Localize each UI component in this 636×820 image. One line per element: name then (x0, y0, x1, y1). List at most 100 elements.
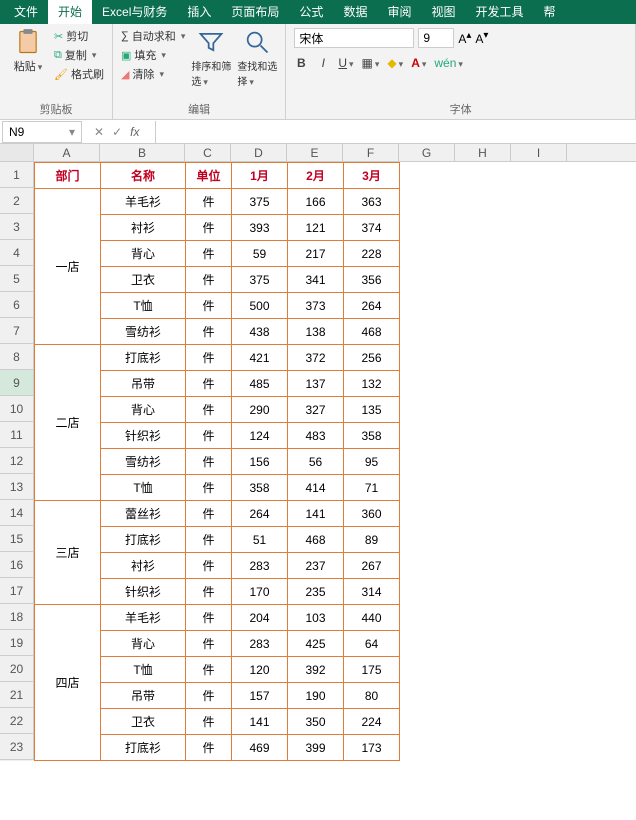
value-cell[interactable]: 500 (232, 293, 288, 319)
row-header[interactable]: 16 (0, 552, 34, 578)
menu-review[interactable]: 审阅 (377, 0, 421, 24)
unit-cell[interactable]: 件 (186, 423, 232, 449)
value-cell[interactable]: 59 (232, 241, 288, 267)
value-cell[interactable]: 372 (288, 345, 344, 371)
underline-button[interactable]: U (338, 56, 353, 70)
increase-font-button[interactable]: A▴ (458, 30, 471, 46)
value-cell[interactable]: 399 (288, 735, 344, 761)
value-cell[interactable]: 414 (288, 475, 344, 501)
name-cell[interactable]: 打底衫 (101, 345, 186, 371)
value-cell[interactable]: 89 (344, 527, 400, 553)
unit-cell[interactable]: 件 (186, 319, 232, 345)
value-cell[interactable]: 425 (288, 631, 344, 657)
value-cell[interactable]: 267 (344, 553, 400, 579)
row-header[interactable]: 10 (0, 396, 34, 422)
header-dept[interactable]: 部门 (35, 163, 101, 189)
name-cell[interactable]: 针织衫 (101, 579, 186, 605)
fx-icon[interactable]: fx (130, 125, 145, 139)
dept-cell[interactable]: 一店 (35, 189, 101, 345)
value-cell[interactable]: 264 (232, 501, 288, 527)
formula-input[interactable] (155, 121, 636, 143)
row-header[interactable]: 5 (0, 266, 34, 292)
header-m3[interactable]: 3月 (344, 163, 400, 189)
name-cell[interactable]: 衬衫 (101, 553, 186, 579)
value-cell[interactable]: 341 (288, 267, 344, 293)
format-painter-button[interactable]: 格式刷 (54, 66, 104, 82)
value-cell[interactable]: 135 (344, 397, 400, 423)
border-button[interactable]: ▦ (362, 56, 380, 70)
name-cell[interactable]: 雪纺衫 (101, 319, 186, 345)
name-cell[interactable]: 吊带 (101, 371, 186, 397)
unit-cell[interactable]: 件 (186, 189, 232, 215)
header-m2[interactable]: 2月 (288, 163, 344, 189)
name-cell[interactable]: T恤 (101, 293, 186, 319)
name-cell[interactable]: 吊带 (101, 683, 186, 709)
cut-button[interactable]: 剪切 (54, 28, 104, 44)
row-header[interactable]: 20 (0, 656, 34, 682)
fill-color-button[interactable]: ◆ (387, 56, 403, 70)
font-color-button[interactable]: A (411, 56, 426, 70)
unit-cell[interactable]: 件 (186, 527, 232, 553)
value-cell[interactable]: 237 (288, 553, 344, 579)
name-cell[interactable]: 卫衣 (101, 709, 186, 735)
unit-cell[interactable]: 件 (186, 293, 232, 319)
name-cell[interactable]: 衬衫 (101, 215, 186, 241)
dept-cell[interactable]: 四店 (35, 605, 101, 761)
value-cell[interactable]: 327 (288, 397, 344, 423)
unit-cell[interactable]: 件 (186, 241, 232, 267)
value-cell[interactable]: 51 (232, 527, 288, 553)
value-cell[interactable]: 256 (344, 345, 400, 371)
italic-button[interactable]: I (316, 56, 330, 70)
font-name-select[interactable] (294, 28, 414, 48)
row-header[interactable]: 3 (0, 214, 34, 240)
unit-cell[interactable]: 件 (186, 579, 232, 605)
value-cell[interactable]: 483 (288, 423, 344, 449)
value-cell[interactable]: 375 (232, 267, 288, 293)
clear-button[interactable]: ◢清除 (121, 66, 185, 82)
col-header[interactable]: F (343, 144, 399, 161)
value-cell[interactable]: 350 (288, 709, 344, 735)
name-cell[interactable]: 背心 (101, 631, 186, 657)
value-cell[interactable]: 166 (288, 189, 344, 215)
menu-start[interactable]: 开始 (48, 0, 92, 24)
row-header[interactable]: 18 (0, 604, 34, 630)
value-cell[interactable]: 120 (232, 657, 288, 683)
value-cell[interactable]: 393 (232, 215, 288, 241)
value-cell[interactable]: 204 (232, 605, 288, 631)
value-cell[interactable]: 392 (288, 657, 344, 683)
row-header[interactable]: 22 (0, 708, 34, 734)
row-header[interactable]: 12 (0, 448, 34, 474)
name-cell[interactable]: 背心 (101, 241, 186, 267)
header-unit[interactable]: 单位 (186, 163, 232, 189)
col-header[interactable]: D (231, 144, 287, 161)
paste-button[interactable]: 粘贴 (8, 28, 48, 74)
unit-cell[interactable]: 件 (186, 371, 232, 397)
row-header[interactable]: 6 (0, 292, 34, 318)
unit-cell[interactable]: 件 (186, 657, 232, 683)
value-cell[interactable]: 141 (288, 501, 344, 527)
value-cell[interactable]: 95 (344, 449, 400, 475)
menu-excel[interactable]: Excel与财务 (92, 0, 177, 24)
unit-cell[interactable]: 件 (186, 345, 232, 371)
name-box[interactable]: N9▾ (2, 121, 82, 143)
value-cell[interactable]: 56 (288, 449, 344, 475)
find-select-button[interactable]: 查找和选择 (237, 28, 277, 88)
unit-cell[interactable]: 件 (186, 605, 232, 631)
row-header[interactable]: 14 (0, 500, 34, 526)
accept-formula-button[interactable]: ✓ (112, 125, 122, 139)
row-header[interactable]: 2 (0, 188, 34, 214)
name-cell[interactable]: 针织衫 (101, 423, 186, 449)
value-cell[interactable]: 224 (344, 709, 400, 735)
value-cell[interactable]: 228 (344, 241, 400, 267)
header-m1[interactable]: 1月 (232, 163, 288, 189)
value-cell[interactable]: 235 (288, 579, 344, 605)
name-cell[interactable]: 羊毛衫 (101, 605, 186, 631)
col-header[interactable]: C (185, 144, 231, 161)
value-cell[interactable]: 374 (344, 215, 400, 241)
value-cell[interactable]: 283 (232, 631, 288, 657)
value-cell[interactable]: 356 (344, 267, 400, 293)
unit-cell[interactable]: 件 (186, 267, 232, 293)
menu-dev[interactable]: 开发工具 (465, 0, 533, 24)
value-cell[interactable]: 363 (344, 189, 400, 215)
name-cell[interactable]: T恤 (101, 475, 186, 501)
